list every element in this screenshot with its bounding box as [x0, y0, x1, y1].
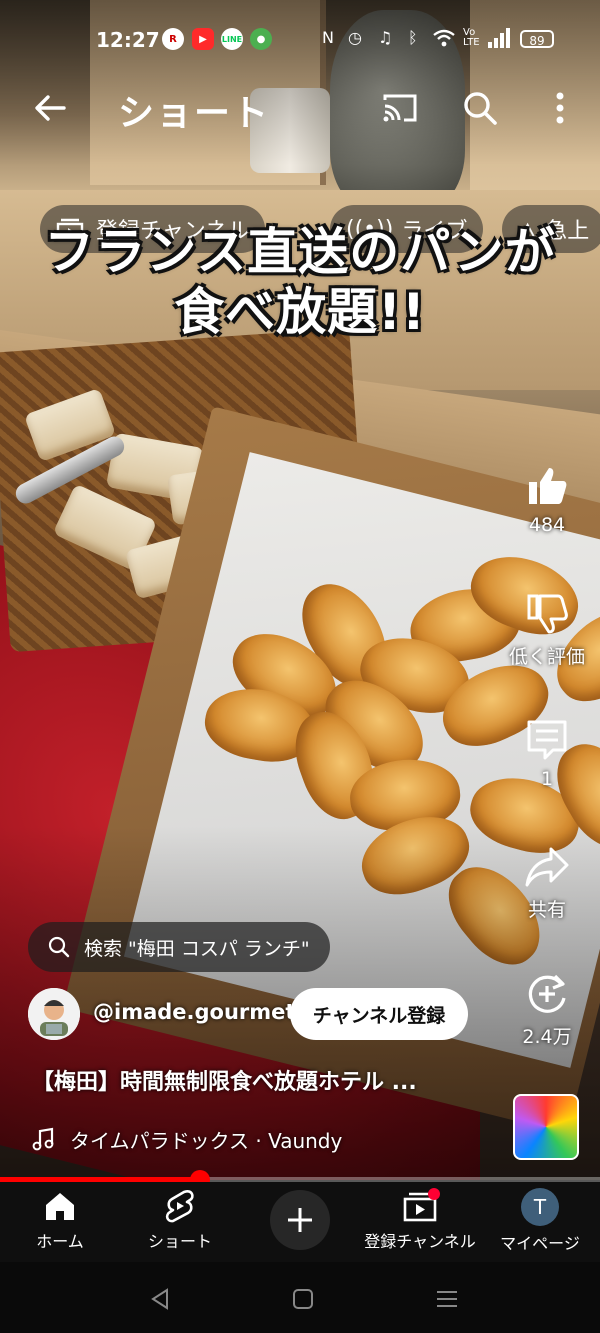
shorts-player-screen: 12:27 R ▶ LINE ● N ◷ ♫ ᛒ VoLTE 89 ショート	[0, 0, 600, 1333]
share-icon	[525, 847, 569, 887]
frog-icon: ●	[250, 28, 272, 50]
channel-avatar[interactable]	[28, 988, 80, 1040]
status-time: 12:27	[96, 28, 160, 52]
nav-subscriptions[interactable]: 登録チャンネル	[360, 1188, 480, 1252]
music-thumbnail[interactable]	[513, 1094, 579, 1160]
thumbs-down-icon	[527, 594, 568, 634]
search-icon[interactable]	[460, 88, 500, 128]
comment-count: 1	[540, 768, 554, 790]
video-title[interactable]: 【梅田】時間無制限食べ放題ホテル ...	[32, 1064, 492, 1096]
remix-icon	[528, 974, 566, 1013]
music-note-icon	[32, 1127, 54, 1151]
bottom-navigation: ホーム ショート 登録チャンネル T マイページ	[0, 1182, 600, 1262]
channel-avatar-image	[28, 988, 80, 1040]
system-home-icon[interactable]	[288, 1284, 318, 1314]
subscribe-button[interactable]: チャンネル登録	[290, 988, 468, 1040]
wifi-icon	[432, 28, 456, 52]
nav-you-label: マイページ	[500, 1234, 580, 1253]
music-row[interactable]: タイムパラドックス · Vaundy	[30, 1122, 342, 1156]
video-caption-line2: 食べ放題!!	[174, 283, 426, 341]
r-icon: R	[162, 28, 184, 50]
music-title: タイムパラドックス · Vaundy	[70, 1128, 343, 1153]
share-button[interactable]: 共有	[508, 843, 586, 922]
remix-count: 2.4万	[522, 1026, 572, 1048]
notification-dot	[428, 1188, 440, 1200]
nav-home-label: ホーム	[36, 1232, 84, 1251]
search-icon	[48, 936, 70, 958]
nav-you[interactable]: T マイページ	[480, 1188, 600, 1254]
share-label: 共有	[527, 899, 566, 921]
system-recents-icon[interactable]	[432, 1284, 462, 1314]
status-bar: 12:27 R ▶ LINE ● N ◷ ♫ ᛒ Vo LTE 89	[0, 22, 600, 60]
nfc-icon: N	[322, 28, 334, 47]
system-navigation-bar	[0, 1262, 600, 1333]
like-button[interactable]: 484	[508, 462, 586, 536]
dislike-label: 低く評価	[508, 646, 585, 668]
nav-shorts-label: ショート	[147, 1232, 212, 1251]
comment-icon	[527, 720, 567, 760]
more-vert-icon[interactable]	[540, 88, 580, 128]
shorts-icon	[165, 1190, 194, 1223]
nav-home[interactable]: ホーム	[0, 1188, 120, 1252]
volte-icon: Vo LTE	[463, 27, 480, 48]
plus-icon	[288, 1208, 312, 1232]
create-button[interactable]	[270, 1190, 330, 1250]
channel-handle[interactable]: @imade.gourmet	[93, 1000, 295, 1024]
remix-button[interactable]: 2.4万	[508, 970, 586, 1049]
battery-indicator: 89	[520, 30, 554, 48]
back-arrow-icon[interactable]	[30, 88, 70, 128]
comments-button[interactable]: 1	[508, 716, 586, 790]
thumbs-up-icon	[529, 468, 567, 504]
home-icon	[46, 1193, 74, 1220]
page-title: ショート	[118, 93, 271, 134]
search-suggestion-text: 検索 "梅田 コスパ ランチ"	[84, 937, 310, 960]
like-count: 484	[528, 514, 566, 536]
youtube-icon: ▶	[192, 28, 214, 50]
line-icon: LINE	[221, 28, 243, 50]
system-back-icon[interactable]	[145, 1284, 175, 1314]
user-avatar: T	[521, 1188, 559, 1226]
mute-icon: ♫	[378, 28, 393, 47]
top-app-bar: ショート	[0, 78, 600, 138]
cast-icon[interactable]	[380, 88, 420, 128]
nav-subscriptions-label: 登録チャンネル	[364, 1232, 476, 1251]
signal-icon	[487, 28, 511, 52]
alarm-icon: ◷	[348, 28, 362, 47]
dislike-button[interactable]: 低く評価	[508, 590, 586, 669]
search-suggestion-pill[interactable]: 検索 "梅田 コスパ ランチ"	[28, 922, 330, 972]
bluetooth-icon: ᛒ	[408, 28, 418, 47]
nav-shorts[interactable]: ショート	[120, 1188, 240, 1252]
